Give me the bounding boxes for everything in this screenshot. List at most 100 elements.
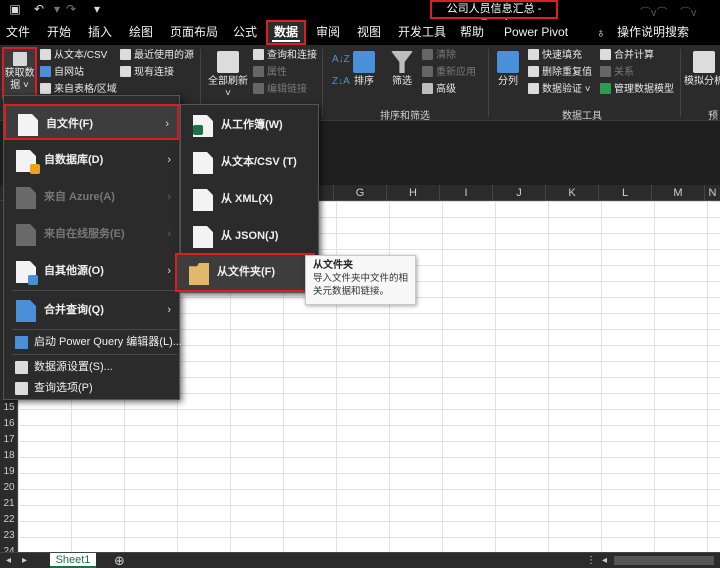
menu-item-from-online[interactable]: 来自在线服务(E) › [4,216,179,252]
row-header[interactable]: 16 [0,416,18,432]
row-header[interactable]: 19 [0,464,18,480]
tab-help[interactable]: 帮助 [460,20,484,45]
customize-icon[interactable]: ▾ [90,2,104,16]
tab-file[interactable]: 文件 [6,20,30,45]
menu-item-from-azure[interactable]: 来自 Azure(A) › [4,179,179,215]
properties-icon [253,66,264,77]
column-header[interactable]: N [704,185,720,201]
queries-connections-button[interactable]: 查询和连接 [253,49,317,63]
hscroll-left-icon[interactable]: ◂ [602,554,607,567]
chevron-right-icon: › [167,265,171,277]
tab-page-layout[interactable]: 页面布局 [170,20,218,45]
get-data-button[interactable]: 获取数 据 ˅ [2,47,37,99]
from-text-csv-button[interactable]: 从文本/CSV [40,49,107,63]
add-sheet-icon[interactable]: ⊕ [114,554,125,567]
column-header[interactable]: H [386,185,439,201]
tab-developer[interactable]: 开发工具 [398,20,446,45]
menu-item-combine-queries[interactable]: 合并查询(Q) › [4,292,179,328]
row-header[interactable]: 15 [0,400,18,416]
refresh-all-button[interactable]: 全部刷新 ˅ [205,51,251,100]
flash-fill-button[interactable]: 快速填充 [528,49,582,63]
data-validation-label: 数据验证 [542,84,582,95]
sort-az-icon[interactable]: A↓Z [332,53,350,67]
column-header[interactable]: I [439,185,492,201]
row-header[interactable]: 23 [0,528,18,544]
edit-links-label: 编辑链接 [267,84,307,95]
row-header[interactable]: 22 [0,512,18,528]
filter-button[interactable]: 筛选 [388,51,416,88]
submenu-item-from-folder[interactable]: 从文件夹(F) [175,253,315,292]
save-icon[interactable]: ▣ [8,2,22,16]
text-to-columns-button[interactable]: 分列 [494,51,522,88]
scroll-left-icon[interactable]: ◂ [6,554,11,567]
get-data-label: 获取数 [4,68,35,79]
manage-data-model-button[interactable]: 管理数据模型 [600,83,674,97]
properties-button[interactable]: 属性 [253,66,287,80]
edit-links-icon [253,83,264,94]
consolidate-button[interactable]: 合并计算 [600,49,654,63]
row-header[interactable]: 17 [0,432,18,448]
reapply-icon [422,66,433,77]
sort-za-icon[interactable]: Z↓A [332,75,350,89]
menu-item-from-file[interactable]: 自文件(F) › [4,104,179,140]
submenu-item-from-xml[interactable]: 从 XML(X) [181,181,318,217]
tab-home[interactable]: 开始 [47,20,71,45]
queries-icon [253,49,264,60]
data-validation-button[interactable]: 数据验证 ˅ [528,83,591,97]
menu-item-from-database[interactable]: 自数据库(D) › [4,142,179,178]
what-if-analysis-button[interactable]: 模拟分析 [684,51,720,88]
tab-insert[interactable]: 插入 [88,20,112,45]
horizontal-scrollbar[interactable] [614,556,714,565]
recent-sources-button[interactable]: 最近使用的源 [120,49,194,63]
remove-duplicates-button[interactable]: 删除重复值 [528,66,592,80]
consolidate-icon [600,49,611,60]
scroll-right-icon[interactable]: ▸ [22,554,27,567]
clear-button[interactable]: 清除 [422,49,456,63]
submenu-item-label: 从文件夹(F) [217,266,276,278]
reapply-button[interactable]: 重新应用 [422,66,476,80]
online-services-icon [16,224,36,246]
column-header[interactable]: M [651,185,704,201]
chevron-down-icon[interactable]: ▾ [50,2,64,16]
sort-icon [353,51,375,73]
scroll-menu-icon[interactable]: ⋮ [586,554,596,567]
tab-formulas[interactable]: 公式 [233,20,257,45]
column-header[interactable]: G [333,185,386,201]
menu-item-data-source-settings[interactable]: 数据源设置(S)... [4,356,179,378]
advanced-button[interactable]: 高级 [422,83,456,97]
tab-power-pivot[interactable]: Power Pivot [504,20,568,45]
tab-view[interactable]: 视图 [357,20,381,45]
from-web-button[interactable]: 自网站 [40,66,84,80]
combine-queries-icon [16,300,36,322]
sheet-tab[interactable]: Sheet1 [50,553,96,568]
what-if-icon [693,51,715,73]
submenu-item-from-workbook[interactable]: 从工作簿(W) [181,107,318,143]
flash-fill-icon [528,49,539,60]
refresh-icon [217,51,239,73]
tab-data[interactable]: 数据 [266,20,307,45]
document-title: 公司人员信息汇总 - Excel [430,0,558,30]
tab-draw[interactable]: 绘图 [129,20,153,45]
submenu-item-from-json[interactable]: 从 JSON(J) [181,218,318,254]
submenu-item-from-text-csv[interactable]: 从文本/CSV (T) [181,144,318,180]
relationships-button[interactable]: 关系 [600,66,634,80]
row-header[interactable]: 18 [0,448,18,464]
relationships-icon [600,66,611,77]
column-header[interactable]: L [598,185,651,201]
tab-review[interactable]: 审阅 [316,20,340,45]
column-header[interactable]: J [492,185,545,201]
existing-connections-button[interactable]: 现有连接 [120,66,174,80]
row-header[interactable]: 21 [0,496,18,512]
column-header[interactable]: K [545,185,598,201]
redo-icon[interactable]: ↷ [64,2,78,16]
submenu-item-label: 从 XML(X) [221,193,273,205]
recent-sources-label: 最近使用的源 [134,50,194,61]
menu-item-launch-power-query[interactable]: 启动 Power Query 编辑器(L)... [4,331,182,353]
menu-item-from-other[interactable]: 自其他源(O) › [4,253,179,289]
tell-me-search[interactable]: 操作说明搜索 [617,20,689,45]
undo-icon[interactable]: ↶ [32,2,46,16]
menu-item-query-options[interactable]: 查询选项(P) [4,377,179,399]
row-header[interactable]: 20 [0,480,18,496]
edit-links-button[interactable]: 编辑链接 [253,83,307,97]
sort-button[interactable]: 排序 [350,51,378,88]
